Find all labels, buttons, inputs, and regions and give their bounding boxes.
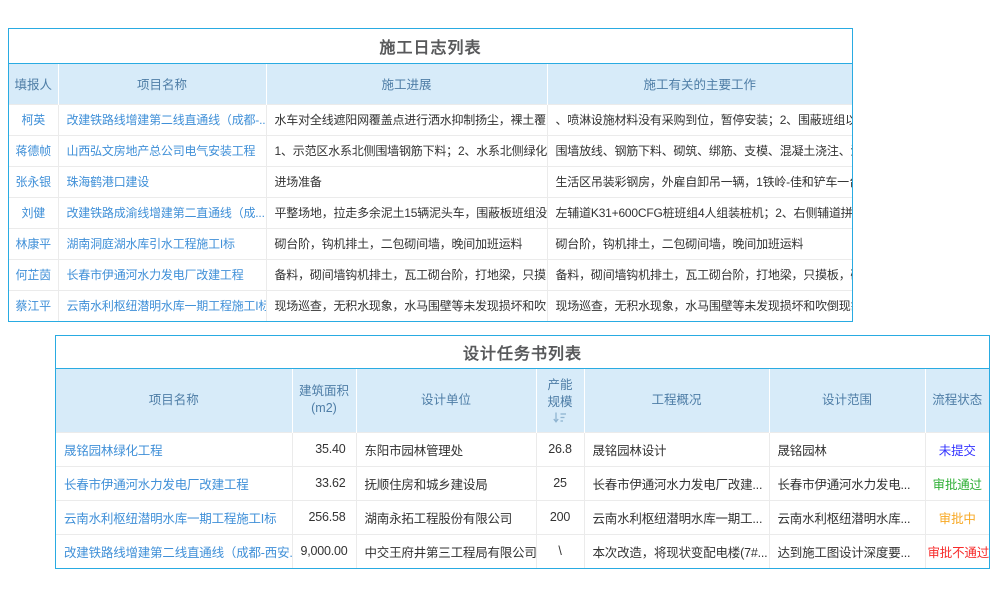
header-row: 项目名称 建筑面积 (m2) 设计单位 产能 规模	[56, 369, 989, 432]
header-row: 填报人 项目名称 施工进展 施工有关的主要工作	[9, 64, 852, 104]
scope-text: 晟铭园林	[769, 432, 925, 466]
project-link[interactable]: 云南水利枢纽潜明水库一期工程施工I标	[58, 290, 266, 321]
table-row: 蒋德帧山西弘文房地产总公司电气安装工程1、示范区水系北侧围墙钢筋下料；2、水系北…	[9, 135, 852, 166]
design-task-title: 设计任务书列表	[56, 336, 989, 369]
column-header-design-unit: 设计单位	[356, 369, 536, 432]
project-link[interactable]: 云南水利枢纽潜明水库一期工程施工I标	[56, 500, 292, 534]
designer-text: 湖南永拓工程股份有限公司	[356, 500, 536, 534]
project-link[interactable]: 晟铭园林绿化工程	[56, 432, 292, 466]
reporter-link[interactable]: 刘健	[9, 197, 58, 228]
reporter-link[interactable]: 蔡江平	[9, 290, 58, 321]
capacity-value: 25	[536, 466, 584, 500]
scope-text: 长春市伊通河水力发电...	[769, 466, 925, 500]
designer-text: 东阳市园林管理处	[356, 432, 536, 466]
sort-amount-icon[interactable]	[553, 412, 567, 423]
table-row: 云南水利枢纽潜明水库一期工程施工I标256.58湖南永拓工程股份有限公司200云…	[56, 500, 989, 534]
capacity-value: 200	[536, 500, 584, 534]
column-header-label: 工程概况	[651, 393, 701, 407]
project-link[interactable]: 改建铁路线增建第二线直通线（成都-西安...	[56, 534, 292, 568]
construction-log-title: 施工日志列表	[9, 29, 852, 64]
table-row: 柯英改建铁路线增建第二线直通线（成都-...水车对全线遮阳网覆盖点进行洒水抑制扬…	[9, 104, 852, 135]
table-row: 蔡江平云南水利枢纽潜明水库一期工程施工I标现场巡查，无积水现象，水马围壁等未发现…	[9, 290, 852, 321]
designer-text: 中交王府井第三工程局有限公司	[356, 534, 536, 568]
main-work-text: 备料，砌间墙钩机排土，瓦工砌台阶，打地梁，只摸板，砌...	[547, 259, 852, 290]
column-header-label: 项目名称	[149, 393, 199, 407]
column-header-label: 建筑面积 (m2)	[299, 384, 349, 415]
column-header-label: 设计范围	[822, 393, 872, 407]
capacity-value: \	[536, 534, 584, 568]
table-row: 改建铁路线增建第二线直通线（成都-西安...9,000.00中交王府井第三工程局…	[56, 534, 989, 568]
reporter-link[interactable]: 蒋德帧	[9, 135, 58, 166]
reporter-link[interactable]: 何芷茵	[9, 259, 58, 290]
column-header-project-overview: 工程概况	[584, 369, 769, 432]
construction-log-table: 填报人 项目名称 施工进展 施工有关的主要工作 柯英改建铁路线增建第二线直通线（…	[9, 64, 852, 321]
page: 施工日志列表 填报人 项目名称 施工进展 施工有关的主要工作 柯英改建铁路线增建…	[0, 0, 1000, 600]
main-work-text: 现场巡查，无积水现象，水马围壁等未发现损坏和吹倒现象 ...	[547, 290, 852, 321]
project-link[interactable]: 长春市伊通河水力发电厂改建工程	[56, 466, 292, 500]
main-work-text: 围墙放线、钢筋下料、砌筑、绑筋、支模、混凝土浇注、清...	[547, 135, 852, 166]
main-work-text: 左辅道K31+600CFG桩班组4人组装桩机；2、右侧辅道拼宽...	[547, 197, 852, 228]
overview-text: 长春市伊通河水力发电厂改建...	[584, 466, 769, 500]
area-value: 33.62	[292, 466, 356, 500]
designer-text: 抚顺住房和城乡建设局	[356, 466, 536, 500]
reporter-link[interactable]: 林康平	[9, 228, 58, 259]
progress-text: 1、示范区水系北侧围墙钢筋下料；2、水系北侧绿化...	[266, 135, 547, 166]
overview-text: 晟铭园林设计	[584, 432, 769, 466]
column-header-label: 产能 规模	[547, 378, 572, 409]
reporter-link[interactable]: 柯英	[9, 104, 58, 135]
reporter-link[interactable]: 张永银	[9, 166, 58, 197]
design-task-panel: 设计任务书列表 项目名称 建筑面积 (m2) 设计单位	[55, 335, 990, 569]
overview-text: 云南水利枢纽潜明水库一期工...	[584, 500, 769, 534]
column-header-capacity-scale[interactable]: 产能 规模	[536, 369, 584, 432]
construction-log-panel: 施工日志列表 填报人 项目名称 施工进展 施工有关的主要工作 柯英改建铁路线增建…	[8, 28, 853, 322]
column-header-project-name: 项目名称	[58, 64, 266, 104]
table-row: 刘健改建铁路成渝线增建第二直通线（成...平整场地，拉走多余泥土15辆泥头车，围…	[9, 197, 852, 228]
column-header-progress: 施工进展	[266, 64, 547, 104]
progress-text: 备料，砌间墙钩机排土，瓦工砌台阶，打地梁，只摸...	[266, 259, 547, 290]
table-row: 林康平湖南洞庭湖水库引水工程施工I标砌台阶，钩机排土，二包砌间墙，晚间加班运料砌…	[9, 228, 852, 259]
status-badge: 审批中	[925, 500, 989, 534]
capacity-value: 26.8	[536, 432, 584, 466]
area-value: 256.58	[292, 500, 356, 534]
column-header-project-name: 项目名称	[56, 369, 292, 432]
progress-text: 平整场地，拉走多余泥土15辆泥头车，围蔽板班组没...	[266, 197, 547, 228]
column-header-label: 流程状态	[932, 393, 982, 407]
overview-text: 本次改造，将现状变配电楼(7#...	[584, 534, 769, 568]
column-header-main-work: 施工有关的主要工作	[547, 64, 852, 104]
column-header-label: 设计单位	[421, 393, 471, 407]
project-link[interactable]: 长春市伊通河水力发电厂改建工程	[58, 259, 266, 290]
status-badge: 未提交	[925, 432, 989, 466]
progress-text: 砌台阶，钩机排土，二包砌间墙，晚间加班运料	[266, 228, 547, 259]
main-work-text: 、喷淋设施材料没有采购到位，暂停安装；2、围蔽班组以货...	[547, 104, 852, 135]
column-header-building-area: 建筑面积 (m2)	[292, 369, 356, 432]
project-link[interactable]: 山西弘文房地产总公司电气安装工程	[58, 135, 266, 166]
area-value: 35.40	[292, 432, 356, 466]
progress-text: 水车对全线遮阳网覆盖点进行洒水抑制扬尘，裸土覆...	[266, 104, 547, 135]
main-work-text: 生活区吊装彩钢房，外雇自卸吊一辆，1铁岭-佳和铲车一台	[547, 166, 852, 197]
project-link[interactable]: 湖南洞庭湖水库引水工程施工I标	[58, 228, 266, 259]
column-header-design-scope: 设计范围	[769, 369, 925, 432]
table-row: 张永银珠海鹤港口建设进场准备生活区吊装彩钢房，外雇自卸吊一辆，1铁岭-佳和铲车一…	[9, 166, 852, 197]
table-row: 长春市伊通河水力发电厂改建工程33.62抚顺住房和城乡建设局25长春市伊通河水力…	[56, 466, 989, 500]
project-link[interactable]: 改建铁路线增建第二线直通线（成都-...	[58, 104, 266, 135]
column-header-reporter: 填报人	[9, 64, 58, 104]
scope-text: 云南水利枢纽潜明水库...	[769, 500, 925, 534]
project-link[interactable]: 改建铁路成渝线增建第二直通线（成...	[58, 197, 266, 228]
table-row: 何芷茵长春市伊通河水力发电厂改建工程备料，砌间墙钩机排土，瓦工砌台阶，打地梁，只…	[9, 259, 852, 290]
progress-text: 进场准备	[266, 166, 547, 197]
main-work-text: 砌台阶，钩机排土，二包砌间墙，晚间加班运料	[547, 228, 852, 259]
design-task-table: 项目名称 建筑面积 (m2) 设计单位 产能 规模	[56, 369, 989, 568]
project-link[interactable]: 珠海鹤港口建设	[58, 166, 266, 197]
status-badge: 审批不通过	[925, 534, 989, 568]
column-header-process-status: 流程状态	[925, 369, 989, 432]
scope-text: 达到施工图设计深度要...	[769, 534, 925, 568]
area-value: 9,000.00	[292, 534, 356, 568]
progress-text: 现场巡查，无积水现象，水马围壁等未发现损坏和吹...	[266, 290, 547, 321]
status-badge: 审批通过	[925, 466, 989, 500]
table-row: 晟铭园林绿化工程35.40东阳市园林管理处26.8晟铭园林设计晟铭园林未提交	[56, 432, 989, 466]
